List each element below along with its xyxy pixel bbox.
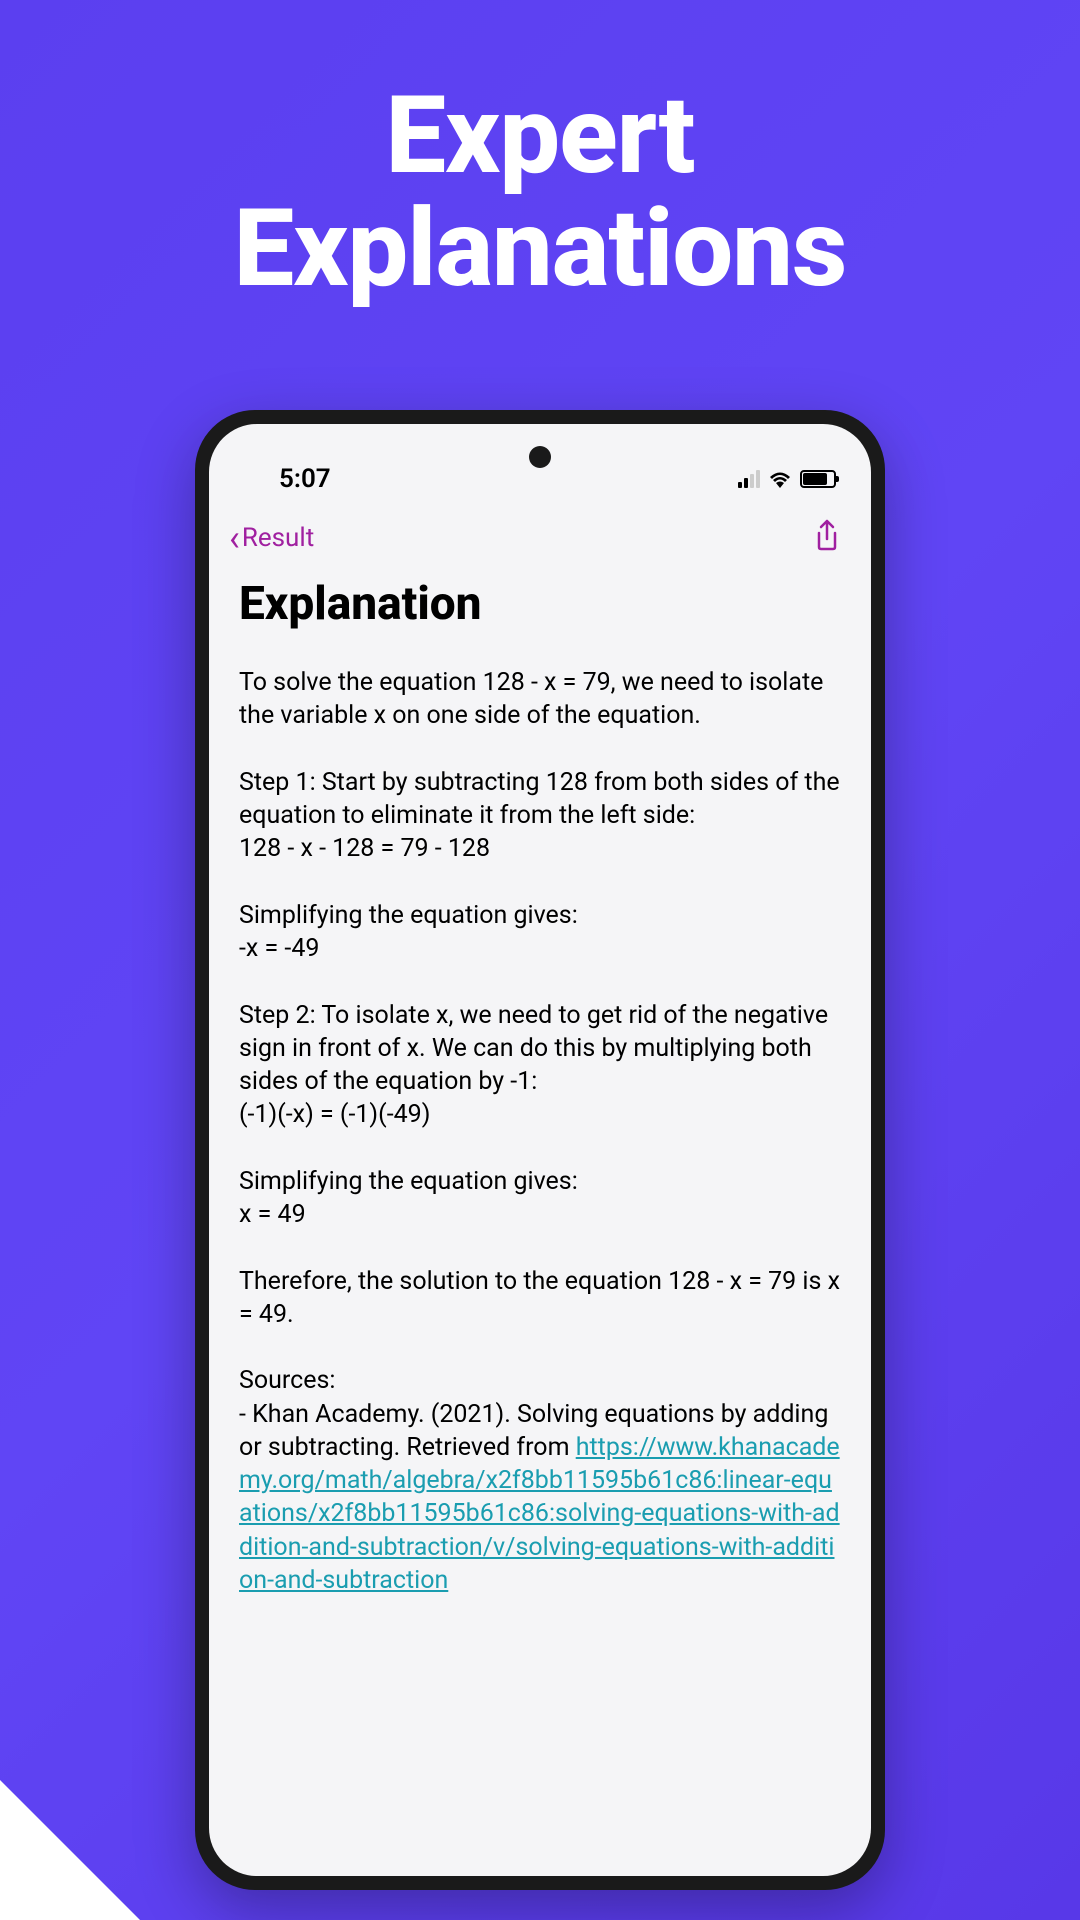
sources-label: Sources: — [239, 1366, 335, 1395]
corner-decoration — [0, 1780, 140, 1920]
status-time: 5:07 — [279, 464, 331, 494]
simplify2-equation: x = 49 — [239, 1200, 306, 1229]
page-heading: Explanation — [239, 577, 841, 631]
content-area: Explanation To solve the equation 128 - … — [209, 572, 871, 1627]
hero-title: Expert Explanations — [0, 0, 1080, 307]
back-label: Result — [242, 523, 314, 553]
cellular-signal-icon — [738, 470, 760, 488]
nav-bar: ‹ Result — [209, 504, 871, 572]
phone-screen: 5:07 ‹ Result — [209, 424, 871, 1876]
phone-camera — [529, 446, 551, 468]
step1-equation: 128 - x - 128 = 79 - 128 — [239, 834, 490, 863]
back-button[interactable]: ‹ Result — [229, 520, 314, 556]
share-button[interactable] — [813, 519, 841, 557]
step2-label: Step 2: To isolate x, we need to get rid… — [239, 1001, 834, 1097]
conclusion-text: Therefore, the solution to the equation … — [239, 1267, 846, 1329]
explanation-body: To solve the equation 128 - x = 79, we n… — [239, 666, 841, 1597]
wifi-icon — [768, 470, 792, 488]
simplify1-label: Simplifying the equation gives: — [239, 901, 578, 930]
simplify1-equation: -x = -49 — [239, 934, 319, 963]
battery-icon — [800, 470, 836, 488]
step2-equation: (-1)(-x) = (-1)(-49) — [239, 1100, 430, 1129]
hero-title-line2: Explanations — [0, 193, 1080, 306]
intro-text: To solve the equation 128 - x = 79, we n… — [239, 668, 830, 730]
chevron-left-icon: ‹ — [229, 520, 240, 556]
status-icons — [738, 470, 836, 488]
simplify2-label: Simplifying the equation gives: — [239, 1167, 578, 1196]
step1-label: Step 1: Start by subtracting 128 from bo… — [239, 768, 846, 830]
share-icon — [813, 519, 841, 553]
hero-title-line1: Expert — [0, 80, 1080, 193]
phone-frame: 5:07 ‹ Result — [195, 410, 885, 1890]
